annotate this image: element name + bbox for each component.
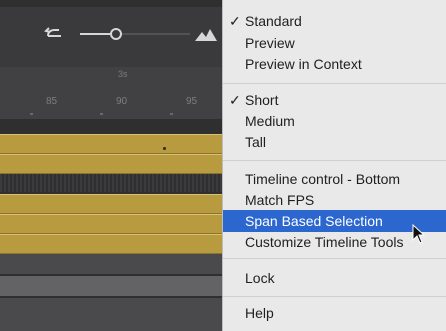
menu-item-lock[interactable]: Lock: [223, 267, 446, 289]
loop-icon[interactable]: [44, 26, 66, 42]
ruler-frame-90: 90: [116, 96, 128, 107]
menu-item-tall[interactable]: Tall: [223, 131, 446, 153]
mountain-icon[interactable]: [195, 29, 217, 41]
layer-row[interactable]: [0, 214, 222, 234]
menu-item-medium[interactable]: Medium: [223, 110, 446, 132]
menu-item-timeline-control-bottom[interactable]: Timeline control - Bottom: [223, 168, 446, 190]
timeline-panel: 3s 85 90 95: [0, 0, 222, 331]
menu-item-label: Customize Timeline Tools: [245, 234, 404, 250]
menu-item-label: Match FPS: [245, 192, 315, 208]
ruler-frame-85: 85: [46, 96, 58, 107]
checkmark-icon: ✓: [229, 92, 241, 108]
ruler-tick: [170, 113, 173, 115]
layer-row[interactable]: [0, 154, 222, 174]
keyframe-dot[interactable]: [163, 147, 166, 150]
menu-separator: [223, 258, 446, 259]
timeline-context-menu: ✓ Standard Preview Preview in Context ✓ …: [222, 0, 446, 331]
zoom-slider-icon[interactable]: [80, 26, 200, 42]
menu-item-label: Tall: [245, 134, 267, 150]
ruler-tick: [100, 113, 103, 115]
timeline-ruler[interactable]: [0, 67, 222, 119]
timeline-layers[interactable]: [0, 119, 222, 331]
menu-item-label: Timeline control - Bottom: [245, 171, 401, 187]
ruler-frame-95: 95: [186, 96, 198, 107]
ruler-seconds-label: 3s: [118, 69, 128, 79]
layer-row[interactable]: [0, 254, 222, 274]
mouse-pointer-icon: [412, 224, 426, 244]
layer-row[interactable]: [0, 276, 222, 296]
layer-row[interactable]: [0, 174, 222, 192]
menu-item-label: Help: [245, 305, 274, 321]
menu-separator: [223, 160, 446, 161]
menu-item-label: Medium: [245, 113, 295, 129]
checkmark-icon: ✓: [229, 13, 241, 29]
menu-item-label: Standard: [245, 13, 302, 29]
menu-item-standard[interactable]: ✓ Standard: [223, 10, 446, 32]
layer-row[interactable]: [0, 134, 222, 154]
menu-item-label: Preview: [245, 35, 295, 51]
menu-item-match-fps[interactable]: Match FPS: [223, 189, 446, 211]
layer-row[interactable]: [0, 298, 222, 331]
menu-item-help[interactable]: Help: [223, 302, 446, 324]
menu-item-label: Preview in Context: [245, 56, 362, 72]
menu-item-short[interactable]: ✓ Short: [223, 89, 446, 111]
ruler-tick: [30, 113, 33, 115]
layer-row[interactable]: [0, 194, 222, 214]
menu-item-preview[interactable]: Preview: [223, 32, 446, 54]
menu-item-label: Short: [245, 92, 279, 108]
menu-separator: [223, 296, 446, 297]
menu-item-label: Lock: [245, 270, 275, 286]
menu-item-label: Span Based Selection: [245, 213, 383, 229]
menu-item-preview-in-context[interactable]: Preview in Context: [223, 53, 446, 75]
layer-row[interactable]: [0, 234, 222, 254]
menu-separator: [223, 83, 446, 84]
